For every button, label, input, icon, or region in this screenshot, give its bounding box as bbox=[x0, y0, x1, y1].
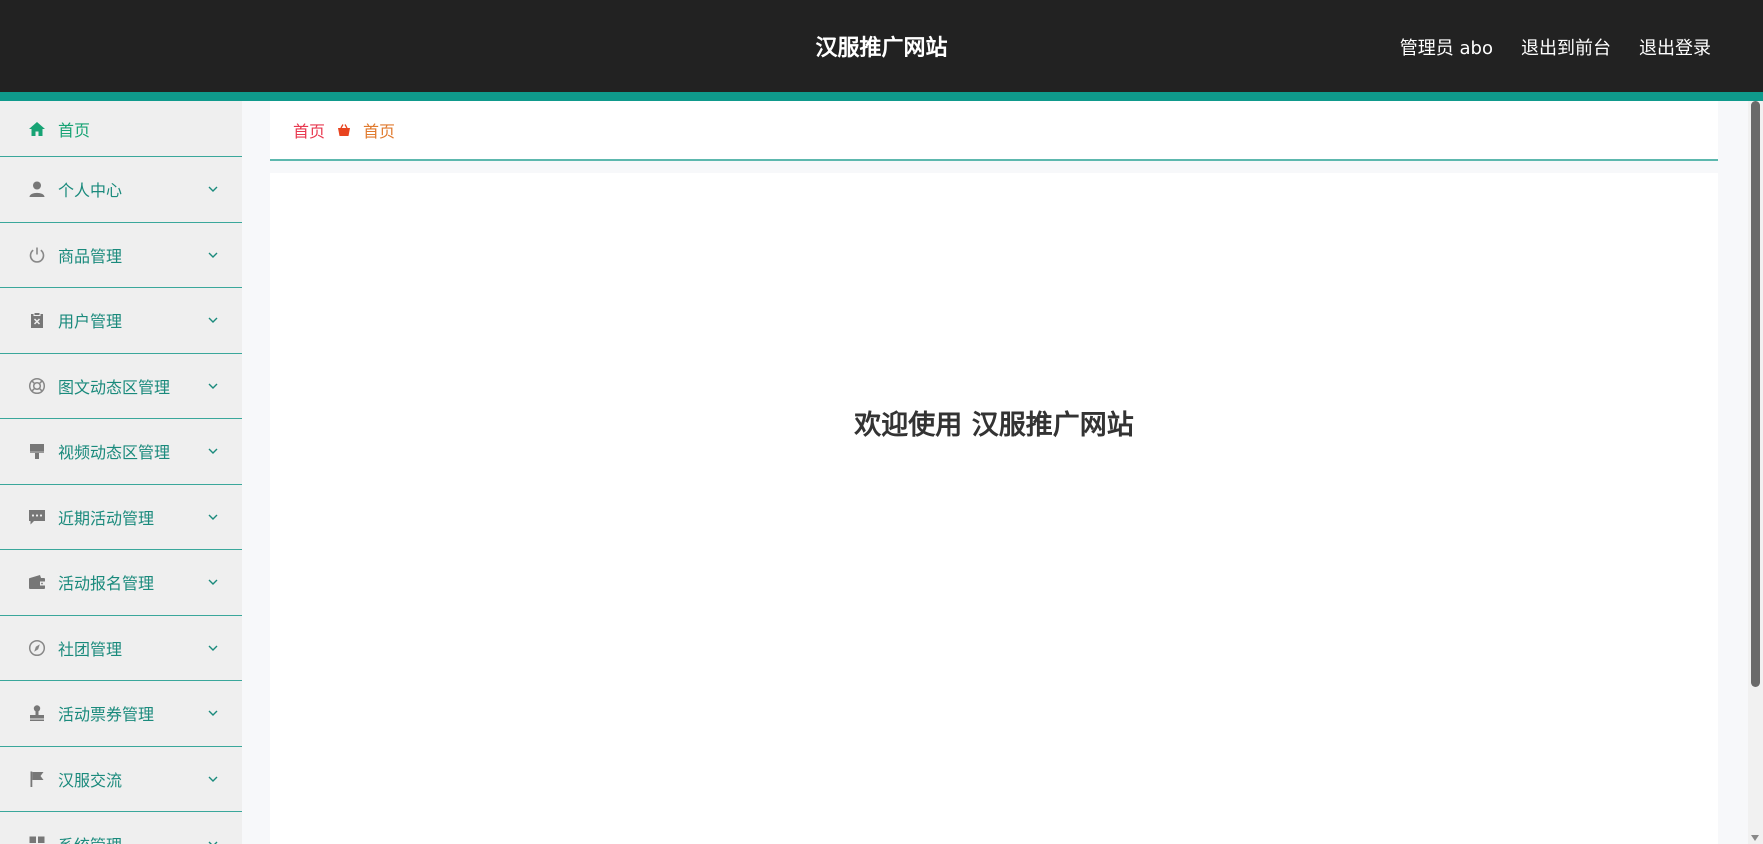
sidebar-item-event-registration-management[interactable]: 活动报名管理 bbox=[0, 550, 242, 616]
chevron-down-icon bbox=[206, 705, 220, 724]
admin-user-link[interactable]: 管理员 abo bbox=[1400, 34, 1493, 60]
sidebar-item-label: 视频动态区管理 bbox=[58, 443, 171, 463]
wallet-icon bbox=[28, 573, 46, 591]
sidebar-item-recent-events-management[interactable]: 近期活动管理 bbox=[0, 485, 242, 550]
sidebar: 首页 个人中心 商品管理 用户管理 图文动态区管理 视频动态区管理 近期活动管理… bbox=[0, 101, 242, 844]
sidebar-item-label: 活动报名管理 bbox=[58, 574, 155, 594]
logout-link[interactable]: 退出登录 bbox=[1639, 34, 1711, 60]
scroll-down-arrow-icon[interactable] bbox=[1751, 835, 1759, 841]
sidebar-item-user-management[interactable]: 用户管理 bbox=[0, 288, 242, 354]
chevron-down-icon bbox=[206, 312, 220, 331]
chevron-down-icon bbox=[206, 181, 220, 200]
chevron-down-icon bbox=[206, 836, 220, 844]
sidebar-item-label: 个人中心 bbox=[58, 181, 123, 201]
welcome-message: 欢迎使用 汉服推广网站 bbox=[854, 410, 1134, 441]
sidebar-item-event-ticket-management[interactable]: 活动票券管理 bbox=[0, 681, 242, 747]
sidebar-item-label: 图文动态区管理 bbox=[58, 377, 171, 397]
chevron-down-icon bbox=[206, 443, 220, 462]
sidebar-item-home[interactable]: 首页 bbox=[0, 101, 242, 157]
chevron-down-icon bbox=[206, 771, 220, 790]
sidebar-item-label: 汉服交流 bbox=[58, 770, 123, 790]
chevron-down-icon bbox=[206, 509, 220, 528]
chevron-down-icon bbox=[206, 640, 220, 659]
sidebar-item-label: 用户管理 bbox=[58, 312, 123, 332]
sidebar-item-label: 社团管理 bbox=[58, 639, 123, 659]
home-icon bbox=[28, 120, 46, 138]
sidebar-item-hanfu-exchange[interactable]: 汉服交流 bbox=[0, 747, 242, 812]
sidebar-item-system-management[interactable]: 系统管理 bbox=[0, 812, 242, 844]
sidebar-item-club-management[interactable]: 社团管理 bbox=[0, 616, 242, 681]
sidebar-item-label: 近期活动管理 bbox=[58, 508, 155, 528]
breadcrumb-current: 首页 bbox=[363, 122, 396, 141]
brush-icon bbox=[28, 442, 46, 460]
chevron-down-icon bbox=[206, 574, 220, 593]
power-icon bbox=[28, 246, 46, 264]
exit-to-front-link[interactable]: 退出到前台 bbox=[1521, 34, 1611, 60]
top-bar: 汉服推广网站 管理员 abo 退出到前台 退出登录 bbox=[0, 0, 1763, 92]
stamp-icon bbox=[28, 704, 46, 722]
top-actions: 管理员 abo 退出到前台 退出登录 bbox=[1400, 34, 1711, 60]
vertical-scrollbar[interactable] bbox=[1748, 101, 1763, 844]
compass-icon bbox=[28, 639, 46, 657]
chat-icon bbox=[28, 508, 46, 526]
top-accent-bar bbox=[0, 92, 1763, 101]
chevron-down-icon bbox=[206, 247, 220, 266]
sidebar-item-personal-center[interactable]: 个人中心 bbox=[0, 157, 242, 223]
scrollbar-thumb[interactable] bbox=[1751, 101, 1760, 687]
sidebar-item-video-feed-management[interactable]: 视频动态区管理 bbox=[0, 419, 242, 485]
lifebuoy-icon bbox=[28, 377, 46, 395]
clipboard-icon bbox=[28, 311, 46, 329]
sidebar-item-label: 首页 bbox=[58, 120, 91, 140]
chevron-down-icon bbox=[206, 378, 220, 397]
breadcrumb: 首页 首页 bbox=[270, 101, 1718, 161]
flag-icon bbox=[28, 770, 46, 788]
sidebar-item-label: 活动票券管理 bbox=[58, 705, 155, 725]
breadcrumb-home-link[interactable]: 首页 bbox=[293, 118, 325, 142]
grid-icon bbox=[28, 835, 46, 844]
sidebar-item-label: 商品管理 bbox=[58, 246, 123, 266]
sidebar-item-article-feed-management[interactable]: 图文动态区管理 bbox=[0, 354, 242, 419]
sidebar-item-product-management[interactable]: 商品管理 bbox=[0, 223, 242, 288]
main-content: 欢迎使用 汉服推广网站 bbox=[270, 173, 1718, 844]
user-icon bbox=[28, 180, 46, 198]
sidebar-item-label: 系统管理 bbox=[58, 832, 122, 844]
basket-icon bbox=[337, 123, 351, 137]
